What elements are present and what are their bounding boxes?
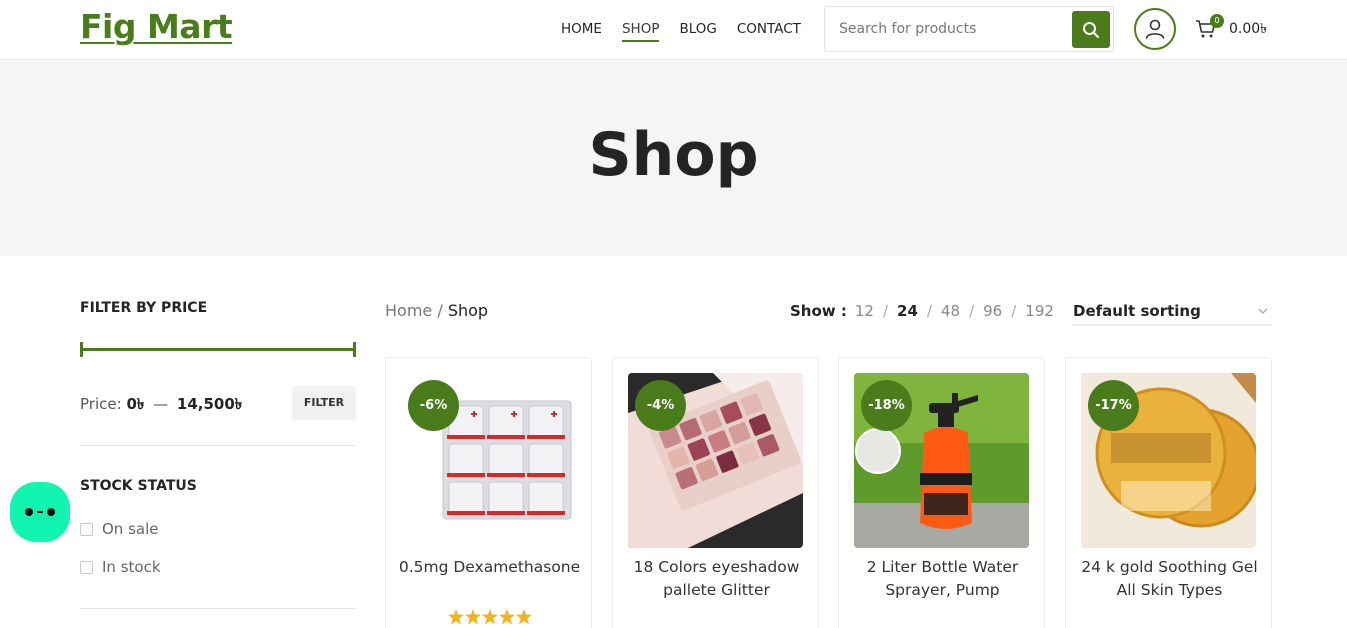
sidebar-divider	[80, 445, 356, 446]
sidebar-divider	[80, 608, 356, 609]
per-page-option-12[interactable]: 12	[855, 301, 874, 321]
discount-badge: -4%	[635, 380, 686, 431]
product-name[interactable]: 24 k gold Soothing Gel All Skin Types	[1076, 556, 1263, 602]
stock-option-in-stock[interactable]: In stock	[80, 557, 161, 577]
chat-eye-right	[47, 508, 55, 516]
site-logo[interactable]: Fig Mart	[80, 6, 233, 48]
stock-option-on-sale[interactable]: On sale	[80, 519, 158, 539]
breadcrumb: Home / Shop	[385, 301, 488, 321]
price-max: 14,500৳	[176, 395, 243, 413]
product-name[interactable]: 2 Liter Bottle Water Sprayer, Pump	[849, 556, 1036, 602]
chevron-down-icon	[1258, 308, 1268, 314]
price-separator: —	[153, 395, 169, 413]
nav-contact[interactable]: CONTACT	[737, 20, 801, 42]
per-page-option-48[interactable]: 48	[941, 301, 960, 321]
price-min: 0৳	[126, 395, 145, 413]
chat-eye-left	[25, 508, 33, 516]
product-card[interactable]: -18% 2 Liter Bottle Water Sprayer, Pump	[838, 357, 1045, 628]
nav-blog[interactable]: BLOG	[679, 20, 716, 42]
chat-mouth	[37, 511, 43, 513]
per-page-option-192[interactable]: 192	[1025, 301, 1054, 321]
discount-badge: -18%	[861, 380, 912, 431]
star-icon	[447, 609, 532, 625]
product-name[interactable]: 0.5mg Dexamethasone	[396, 556, 583, 579]
discount-badge: -6%	[408, 380, 459, 431]
sorting-selected-label: Default sorting	[1073, 302, 1201, 320]
on-sale-checkbox[interactable]	[80, 522, 93, 536]
chat-widget-button[interactable]	[10, 482, 70, 542]
product-rating	[386, 609, 593, 628]
stock-status-title: STOCK STATUS	[80, 478, 197, 494]
site-header: Fig Mart HOME SHOP BLOG CONTACT 0 0.00৳	[0, 0, 1347, 60]
per-page-selector: Show : 12 / 24 / 48 / 96 / 192	[790, 301, 1054, 321]
page-title: Shop	[588, 120, 759, 190]
filter-price-title: FILTER BY PRICE	[80, 300, 208, 316]
price-row: Price: 0৳ — 14,500৳ FILTER	[80, 386, 356, 422]
per-page-separator: /	[882, 302, 889, 320]
search-input[interactable]	[839, 19, 1059, 39]
product-name[interactable]: 18 Colors eyeshadow pallete Glitter	[623, 556, 810, 602]
discount-badge: -17%	[1088, 380, 1139, 431]
price-slider[interactable]	[80, 342, 356, 359]
per-page-separator: /	[969, 302, 975, 320]
per-page-option-24[interactable]: 24	[897, 301, 918, 321]
stock-option-label: In stock	[102, 558, 161, 576]
page-hero: Shop	[0, 61, 1347, 256]
product-card[interactable]: -6% 0.5mg Dexamethasone	[385, 357, 592, 628]
breadcrumb-separator: /	[432, 301, 448, 320]
search-box	[824, 6, 1114, 52]
main-nav: HOME SHOP BLOG CONTACT	[561, 20, 821, 42]
cart-count-badge: 0	[1210, 14, 1224, 28]
search-icon	[1083, 21, 1099, 38]
breadcrumb-current: Shop	[447, 301, 489, 320]
in-stock-checkbox[interactable]	[80, 560, 93, 574]
price-slider-max-handle[interactable]	[353, 342, 356, 357]
cart-total[interactable]: 0.00৳	[1229, 20, 1267, 38]
per-page-separator: /	[1011, 302, 1017, 320]
search-button[interactable]	[1072, 11, 1110, 48]
product-card[interactable]: -4% 18 Colors eyeshadow pallete Glitter	[612, 357, 819, 628]
sorting-select[interactable]: Default sorting	[1073, 298, 1272, 326]
nav-shop[interactable]: SHOP	[621, 20, 660, 42]
price-range-text: Price: 0৳ — 14,500৳	[80, 394, 242, 414]
filter-button[interactable]: FILTER	[292, 386, 356, 420]
price-slider-range	[80, 348, 356, 351]
nav-home[interactable]: HOME	[561, 20, 602, 42]
show-label: Show :	[790, 302, 847, 320]
per-page-option-96[interactable]: 96	[983, 301, 1002, 321]
product-card[interactable]: -17% 24 k gold Soothing Gel All Skin Typ…	[1065, 357, 1272, 628]
stock-option-label: On sale	[102, 520, 159, 538]
price-label: Price:	[80, 395, 122, 413]
per-page-separator: /	[926, 302, 932, 320]
account-button[interactable]	[1134, 8, 1176, 50]
price-slider-min-handle[interactable]	[80, 342, 83, 357]
breadcrumb-home[interactable]: Home	[385, 301, 432, 320]
user-icon	[1145, 19, 1165, 39]
